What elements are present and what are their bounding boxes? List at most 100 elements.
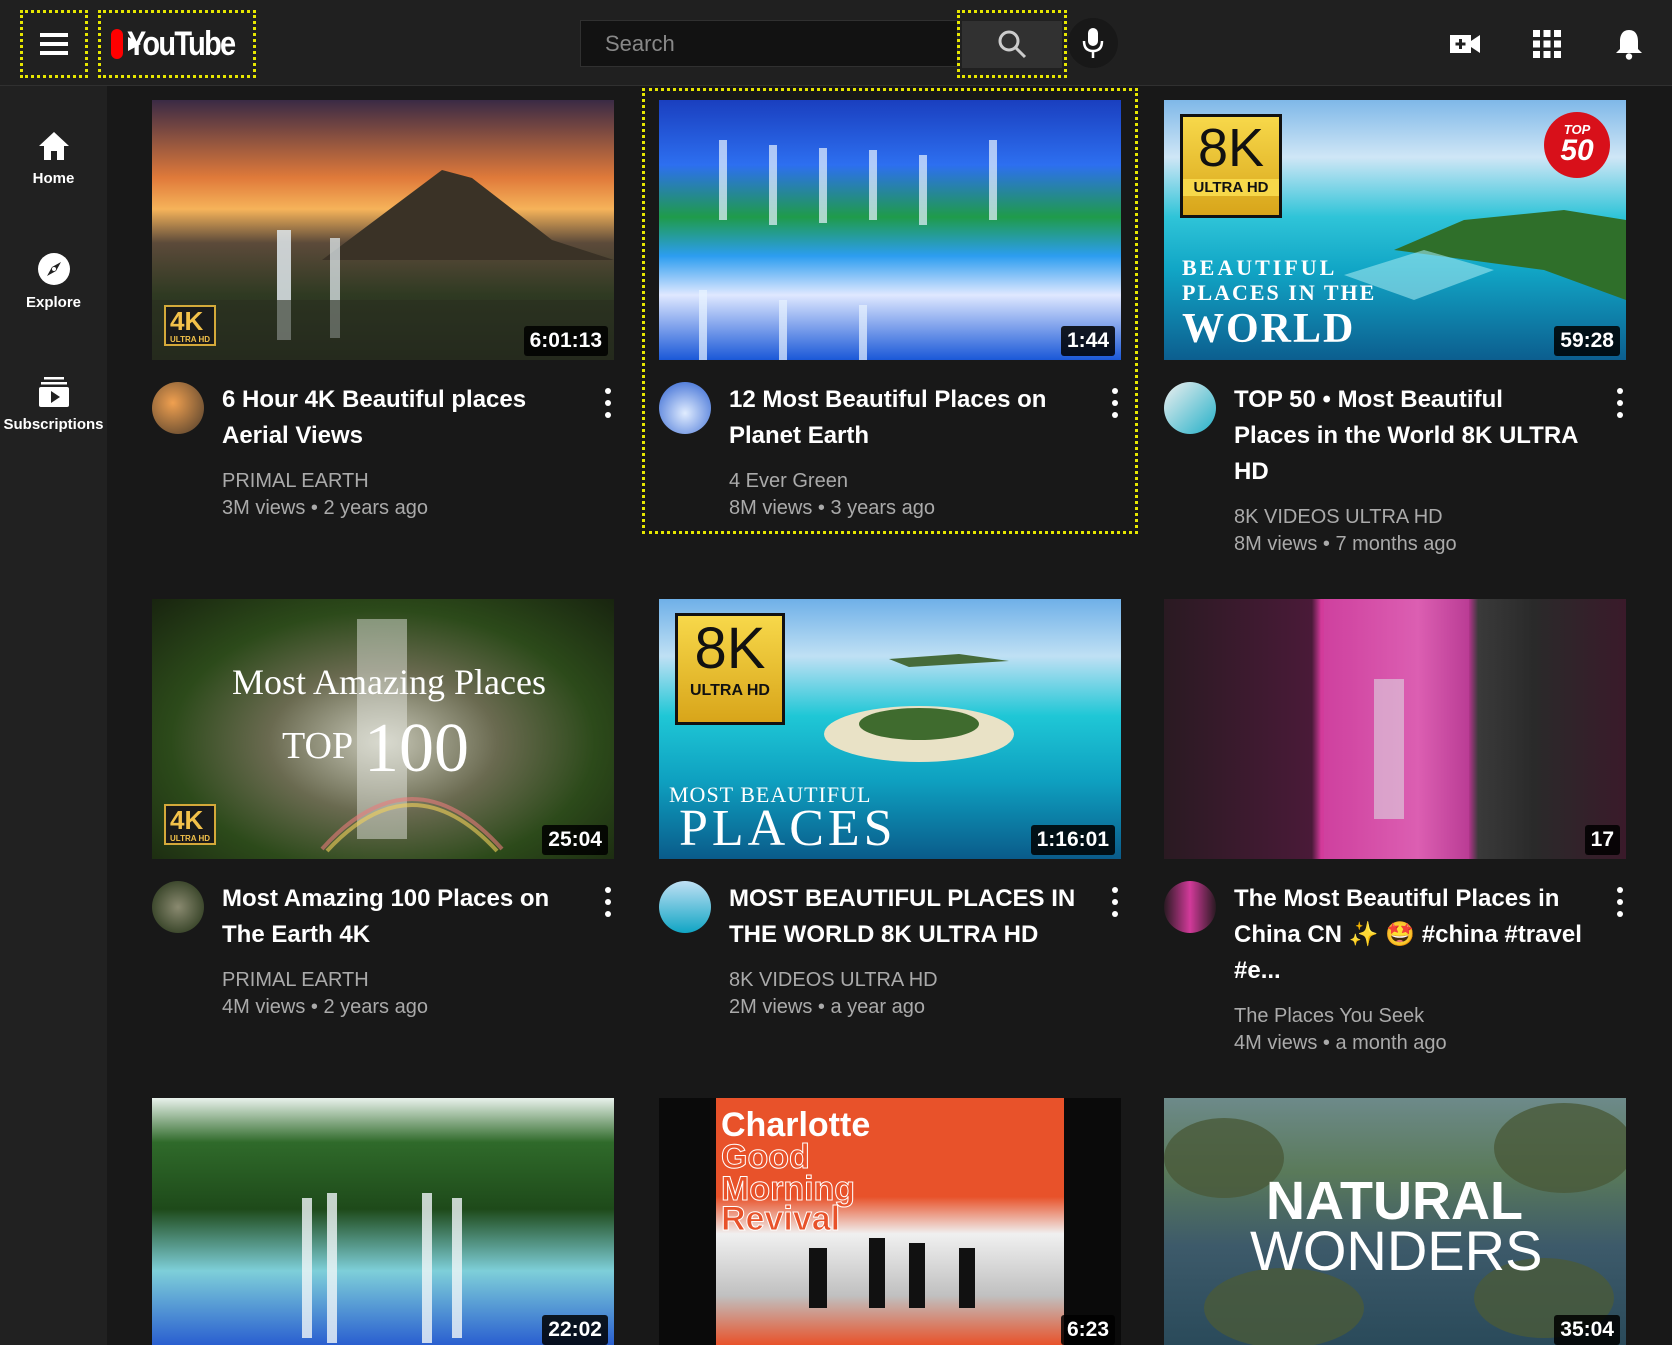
create-video-button[interactable] xyxy=(1445,24,1485,64)
video-card[interactable]: NATURAL WONDERS 35:04 xyxy=(1164,1098,1626,1345)
apps-button[interactable] xyxy=(1527,24,1567,64)
channel-avatar[interactable] xyxy=(659,881,711,933)
video-card[interactable]: 8K ULTRA HD MOST BEAUTIFUL PLACES 1:16:0… xyxy=(659,599,1121,1018)
video-views: 8M views • 7 months ago xyxy=(1234,533,1457,555)
video-card[interactable]: 22:02 xyxy=(152,1098,614,1345)
video-duration: 1:16:01 xyxy=(1030,825,1115,855)
sidebar-label-explore: Explore xyxy=(25,293,82,311)
video-card[interactable]: Most Amazing Places TOP 100 4K ULTRA HD … xyxy=(152,599,614,1018)
video-views: 2M views • a year ago xyxy=(729,996,925,1018)
home-icon xyxy=(38,131,69,160)
video-thumbnail[interactable]: 8K ULTRA HD MOST BEAUTIFUL PLACES 1:16:0… xyxy=(659,599,1121,859)
video-duration: 59:28 xyxy=(1554,326,1620,356)
thumbnail-caption-number: 100 xyxy=(364,710,469,787)
video-card[interactable]: 4K ULTRA HD 6:01:13 6 Hour 4K Beautiful … xyxy=(152,100,614,519)
thumbnail-caption-line2: PLACES IN THE xyxy=(1182,280,1377,305)
video-card[interactable]: 1:44 12 Most Beautiful Places on Planet … xyxy=(659,100,1121,519)
channel-name[interactable]: The Places You Seek xyxy=(1234,1005,1424,1028)
video-title[interactable]: 6 Hour 4K Beautiful places Aerial Views xyxy=(222,382,572,454)
thumbnail-waterfalls xyxy=(699,140,997,360)
video-thumbnail[interactable]: 22:02 xyxy=(152,1098,614,1345)
video-card[interactable]: 8K ULTRA HD TOP 50 BEAUTIFUL PLACES IN T… xyxy=(1164,100,1626,555)
video-views: 3M views • 2 years ago xyxy=(222,497,428,519)
video-card[interactable]: Charlotte Good Morning Revival 6:23 xyxy=(659,1098,1121,1345)
video-thumbnail[interactable]: 1:44 xyxy=(659,100,1121,360)
notifications-button[interactable] xyxy=(1609,24,1649,64)
video-title[interactable]: TOP 50 • Most Beautiful Places in the Wo… xyxy=(1234,382,1584,490)
thumbnail-caption-top: TOP xyxy=(282,725,354,767)
search-button[interactable] xyxy=(957,10,1067,78)
video-thumbnail[interactable]: 17 xyxy=(1164,599,1626,859)
video-camera-add-icon xyxy=(1450,35,1480,53)
thumbnail-pink-valley xyxy=(1324,599,1469,859)
thumbnail-landscape xyxy=(152,170,614,360)
thumbnail-mirrored-waterfall xyxy=(302,1193,462,1343)
8k-badge: 8K ULTRA HD xyxy=(675,613,785,725)
channel-name[interactable]: PRIMAL EARTH xyxy=(222,470,369,493)
more-options-button[interactable] xyxy=(602,388,614,418)
video-duration: 6:01:13 xyxy=(523,326,608,356)
more-options-button[interactable] xyxy=(602,887,614,917)
4k-badge: 4K ULTRA HD xyxy=(164,305,216,346)
video-duration: 25:04 xyxy=(542,825,608,855)
more-options-button[interactable] xyxy=(1614,887,1626,917)
compass-icon xyxy=(37,252,70,285)
video-views: 4M views • a month ago xyxy=(1234,1032,1447,1054)
microphone-icon xyxy=(1082,28,1104,58)
thumbnail-band-photo xyxy=(809,1238,975,1308)
video-duration: 1:44 xyxy=(1060,326,1115,356)
hamburger-icon xyxy=(40,33,68,55)
video-views: 8M views • 3 years ago xyxy=(729,497,935,519)
channel-avatar[interactable] xyxy=(152,881,204,933)
channel-name[interactable]: 4 Ever Green xyxy=(729,470,848,493)
channel-name[interactable]: 8K VIDEOS ULTRA HD xyxy=(1234,506,1443,529)
top-50-badge: TOP 50 xyxy=(1544,112,1610,178)
channel-avatar[interactable] xyxy=(152,382,204,434)
video-views: 4M views • 2 years ago xyxy=(222,996,428,1018)
video-title[interactable]: The Most Beautiful Places in China CN ✨ … xyxy=(1234,881,1584,989)
4k-badge: 4K ULTRA HD xyxy=(164,804,216,845)
video-duration: 6:23 xyxy=(1060,1315,1115,1345)
video-thumbnail[interactable]: Charlotte Good Morning Revival 6:23 xyxy=(659,1098,1121,1345)
sidebar: Home Explore Subscriptions xyxy=(0,86,107,1345)
brand-name: YouTube xyxy=(126,24,236,63)
top-bar: YouTube xyxy=(0,0,1672,86)
menu-button[interactable] xyxy=(20,10,88,78)
youtube-logo[interactable]: YouTube xyxy=(98,10,256,78)
video-thumbnail[interactable]: NATURAL WONDERS 35:04 xyxy=(1164,1098,1626,1345)
thumbnail-caption-line1: BEAUTIFUL xyxy=(1182,255,1338,280)
video-duration: 22:02 xyxy=(542,1315,608,1345)
bell-icon xyxy=(1616,30,1642,60)
more-options-button[interactable] xyxy=(1109,887,1121,917)
video-title[interactable]: MOST BEAUTIFUL PLACES IN THE WORLD 8K UL… xyxy=(729,881,1079,953)
youtube-play-icon xyxy=(111,29,141,59)
more-options-button[interactable] xyxy=(1614,388,1626,418)
thumbnail-caption-line3: WORLD xyxy=(1182,306,1356,352)
channel-avatar[interactable] xyxy=(1164,881,1216,933)
thumbnail-caption-line2: PLACES xyxy=(679,800,897,857)
sidebar-label-home: Home xyxy=(32,169,75,187)
video-duration: 35:04 xyxy=(1554,1315,1620,1345)
channel-name[interactable]: PRIMAL EARTH xyxy=(222,969,369,992)
search-box[interactable] xyxy=(580,20,958,67)
video-card[interactable]: 17 The Most Beautiful Places in China CN… xyxy=(1164,599,1626,1054)
channel-avatar[interactable] xyxy=(659,382,711,434)
sidebar-item-home[interactable]: Home xyxy=(0,108,107,208)
video-thumbnail[interactable]: 4K ULTRA HD 6:01:13 xyxy=(152,100,614,360)
sidebar-item-explore[interactable]: Explore xyxy=(0,231,107,331)
video-title[interactable]: Most Amazing 100 Places on The Earth 4K xyxy=(222,881,572,953)
8k-badge: 8K ULTRA HD xyxy=(1180,114,1282,218)
sidebar-item-subscriptions[interactable]: Subscriptions xyxy=(0,354,107,454)
more-options-button[interactable] xyxy=(1109,388,1121,418)
channel-name[interactable]: 8K VIDEOS ULTRA HD xyxy=(729,969,938,992)
video-thumbnail[interactable]: 8K ULTRA HD TOP 50 BEAUTIFUL PLACES IN T… xyxy=(1164,100,1626,360)
channel-avatar[interactable] xyxy=(1164,382,1216,434)
video-duration: 17 xyxy=(1584,825,1620,855)
video-title[interactable]: 12 Most Beautiful Places on Planet Earth xyxy=(729,382,1079,454)
thumbnail-caption-line2: WONDERS xyxy=(1250,1219,1543,1282)
subscriptions-icon xyxy=(38,376,69,407)
video-thumbnail[interactable]: Most Amazing Places TOP 100 4K ULTRA HD … xyxy=(152,599,614,859)
search-icon xyxy=(998,30,1027,59)
voice-search-button[interactable] xyxy=(1068,18,1118,68)
search-input[interactable] xyxy=(603,29,937,58)
